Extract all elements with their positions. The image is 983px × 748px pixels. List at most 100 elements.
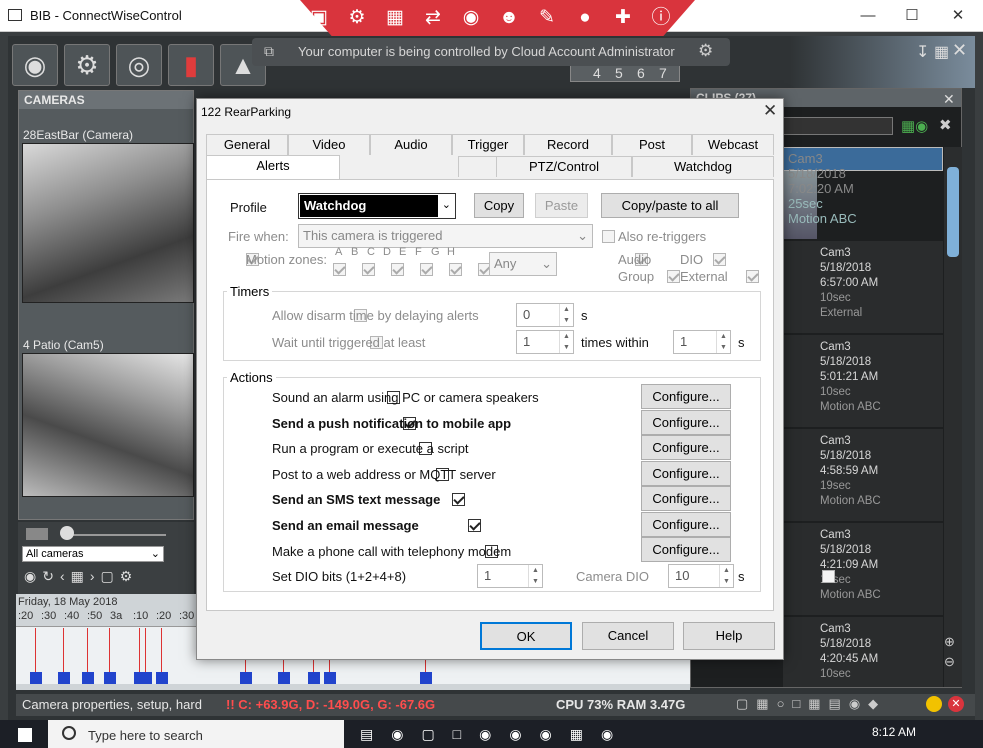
gear-icon[interactable]: ⚙	[64, 44, 110, 86]
exit-icon[interactable]: ✕	[948, 696, 964, 712]
bar-chart-icon[interactable]: ▮	[168, 44, 214, 86]
also-retriggers-checkbox[interactable]	[602, 230, 615, 243]
calendar-icon[interactable]: ▦◉	[901, 117, 928, 135]
tab-post[interactable]: Post	[612, 134, 692, 155]
clip-item[interactable]: Cam3 5/18/2018 7:02:20 AM 25sec Motion ABC	[783, 147, 943, 226]
profile-select[interactable]: Watchdog ⌄	[298, 193, 456, 219]
zoom-slider[interactable]	[66, 534, 166, 536]
group-checkbox[interactable]	[667, 270, 681, 283]
timeline-event-marker[interactable]	[240, 672, 252, 684]
zone-checkbox[interactable]	[391, 263, 404, 276]
zoom-out-icon[interactable]: ⊖	[944, 654, 955, 670]
taskbar-app-icons[interactable]: ▤◉▢□◉◉◉▦◉	[360, 726, 631, 743]
zone-checkbox[interactable]	[449, 263, 462, 276]
window-restore-icon[interactable]: ⧉	[264, 43, 274, 60]
configure-push-button[interactable]: Configure...	[641, 410, 731, 435]
clip-item[interactable]: Cam3 5/18/2018 5:01:21 AM 10sec Motion ABC	[783, 335, 943, 427]
dio-checkbox[interactable]	[713, 253, 727, 266]
tab-webcast[interactable]: Webcast	[692, 134, 774, 155]
help-button[interactable]: Help	[683, 622, 775, 650]
display-icon[interactable]: ▣	[306, 5, 332, 31]
zone-checkboxes[interactable]: ABCDEFGH	[333, 246, 549, 280]
camera-view-patio[interactable]	[22, 353, 194, 497]
clips-filter-select[interactable]	[783, 117, 893, 135]
banner-gear-icon[interactable]: ⚙	[698, 41, 713, 61]
ok-button[interactable]: OK	[480, 622, 572, 650]
warning-icon[interactable]	[926, 696, 942, 712]
configure-program-button[interactable]: Configure...	[641, 435, 731, 460]
tab-general[interactable]: General	[206, 134, 288, 155]
tab-alerts[interactable]: Alerts	[206, 155, 340, 179]
plus-icon[interactable]: ✚	[610, 5, 636, 31]
copy-paste-all-button[interactable]: Copy/paste to all	[601, 193, 739, 218]
times-within-spinner[interactable]: 1 ▲ ▼	[673, 330, 731, 354]
configure-email-button[interactable]: Configure...	[641, 512, 731, 537]
close-app-icon[interactable]: ✕	[952, 40, 967, 61]
allow-disarm-spinner[interactable]: 0 ▲ ▼	[516, 303, 574, 327]
fire-when-select[interactable]: This camera is triggered ⌄	[298, 224, 593, 248]
clips-scrollbar[interactable]	[944, 147, 962, 687]
timeline-event-marker[interactable]	[278, 672, 290, 684]
clip-item[interactable]: Cam3 5/18/2018 4:21:09 AM 10sec Motion ABC	[783, 523, 943, 615]
timeline-event-marker[interactable]	[82, 672, 94, 684]
status-icons[interactable]: ▢▦○□▦▤◉◆	[736, 696, 886, 712]
configure-sms-button[interactable]: Configure...	[641, 486, 731, 511]
clip-item[interactable]: Cam3 5/18/2018 4:20:45 AM 10sec	[783, 617, 943, 687]
tab-trigger[interactable]: Trigger	[452, 134, 524, 155]
tools-icon[interactable]: ✖	[939, 116, 952, 134]
tab-record[interactable]: Record	[524, 134, 612, 155]
camera-view-eastbar[interactable]	[22, 143, 194, 303]
zone-checkbox[interactable]	[362, 263, 375, 276]
external-checkbox[interactable]	[745, 270, 759, 283]
tab-watchdog[interactable]: Watchdog	[632, 156, 774, 177]
info-icon[interactable]: ⓘ	[648, 5, 674, 31]
globe-icon[interactable]: ◎	[116, 44, 162, 86]
fullscreen-icon[interactable]: ▦	[934, 42, 949, 62]
zone-checkbox[interactable]	[333, 263, 346, 276]
clip-item[interactable]: Cam3 5/18/2018 6:57:00 AM 10sec External	[783, 241, 943, 333]
paste-button[interactable]: Paste	[535, 193, 588, 218]
timeline-event-marker[interactable]	[104, 672, 116, 684]
timeline-event-marker[interactable]	[30, 672, 42, 684]
action-checkbox-email[interactable]	[468, 519, 482, 532]
users-icon[interactable]: ☻	[496, 5, 522, 31]
zone-checkbox[interactable]	[420, 263, 433, 276]
transfer-icon[interactable]: ⇄	[420, 5, 446, 31]
wait-until-spinner[interactable]: 1 ▲ ▼	[516, 330, 574, 354]
configure-web-button[interactable]: Configure...	[641, 461, 731, 486]
timeline-event-marker[interactable]	[420, 672, 432, 684]
taskbar-search[interactable]: Type here to search	[48, 720, 344, 748]
dialog-close-icon[interactable]: ✕	[763, 101, 777, 121]
zone-any-select[interactable]: Any ⌄	[489, 252, 557, 276]
dio-bits-spinner[interactable]: 1 ▲ ▼	[477, 564, 543, 588]
camera-nav-icons[interactable]: ◉↻‹▦›▢⚙	[24, 568, 138, 585]
tab-audio[interactable]: Audio	[370, 134, 452, 155]
action-checkbox-sms[interactable]	[452, 493, 466, 506]
timeline-event-marker[interactable]	[58, 672, 70, 684]
zoom-in-icon[interactable]: ⊕	[944, 634, 955, 650]
tab-ptz[interactable]: PTZ/Control	[496, 156, 632, 177]
close-window-icon[interactable]: ✕	[948, 6, 968, 26]
scrollbar-thumb[interactable]	[947, 167, 959, 257]
configure-phone-button[interactable]: Configure...	[641, 537, 731, 562]
clip-item[interactable]: Cam3 5/18/2018 4:58:59 AM 19sec Motion ABC	[783, 429, 943, 521]
timeline-event-marker[interactable]	[308, 672, 320, 684]
timeline-event-marker[interactable]	[140, 672, 152, 684]
webcam-icon[interactable]: ◉	[12, 44, 58, 86]
minimize-icon[interactable]: —	[858, 6, 878, 26]
copy-button[interactable]: Copy	[474, 193, 524, 218]
maximize-icon[interactable]: ☐	[902, 6, 922, 26]
slider-thumb[interactable]	[60, 526, 74, 540]
configure-alarm-button[interactable]: Configure...	[641, 384, 731, 409]
camera-dio-checkbox[interactable]	[821, 570, 835, 583]
gear-icon[interactable]: ⚙	[344, 5, 370, 31]
clips-close-icon[interactable]: ✕	[943, 91, 955, 108]
timeline-event-marker[interactable]	[156, 672, 168, 684]
cancel-button[interactable]: Cancel	[582, 622, 674, 650]
toolbox-icon[interactable]: ▦	[382, 5, 408, 31]
layout-icon[interactable]	[26, 528, 48, 540]
start-icon[interactable]	[18, 728, 32, 742]
clock[interactable]: 8:12 AM	[872, 725, 916, 739]
timeline-event-marker[interactable]	[324, 672, 336, 684]
camera-filter-select[interactable]: All cameras ⌄	[22, 546, 164, 562]
